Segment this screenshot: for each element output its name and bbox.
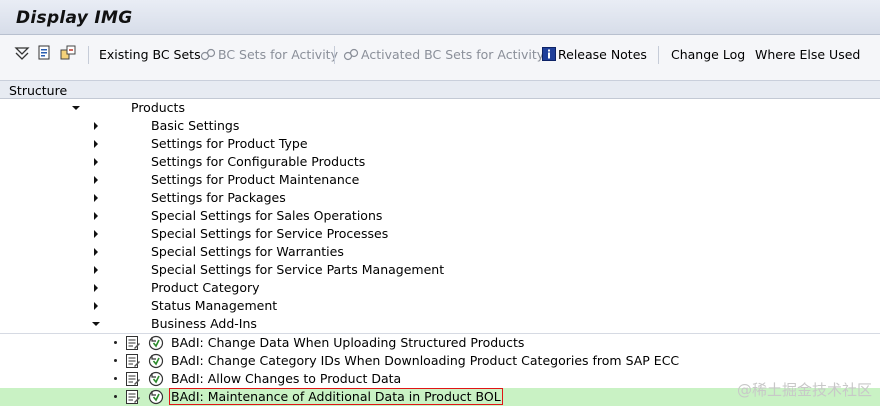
- expand-arrow-icon[interactable]: [94, 176, 98, 184]
- bc-set-icon: [200, 48, 216, 61]
- expand-all-icon[interactable]: [14, 45, 30, 61]
- leaf-bullet-icon: [114, 377, 117, 380]
- execute-activity-icon[interactable]: [148, 335, 164, 351]
- activated-bc-sets-button[interactable]: Activated BC Sets for Activity: [343, 47, 544, 62]
- where-used-icon[interactable]: [60, 45, 76, 61]
- toolbar-separator: [658, 46, 659, 64]
- leaf-bullet-icon: [114, 395, 117, 398]
- execute-activity-icon[interactable]: [148, 371, 164, 387]
- bc-set-icon: [343, 48, 359, 61]
- tree-node-label: Settings for Configurable Products: [151, 154, 366, 169]
- tree-node-label: Settings for Packages: [151, 190, 286, 205]
- release-notes-label: Release Notes: [558, 47, 647, 62]
- document-icon[interactable]: [37, 45, 53, 61]
- tree-leaf-badi[interactable]: BAdI: Change Data When Uploading Structu…: [0, 334, 880, 352]
- tree-leaf-label: BAdI: Change Category IDs When Downloadi…: [171, 353, 680, 368]
- toolbar-separator: [334, 46, 335, 64]
- watermark: @稀土掘金技术社区: [736, 381, 872, 399]
- leaf-bullet-icon: [114, 341, 117, 344]
- existing-bc-sets-button[interactable]: Existing BC Sets: [99, 47, 201, 62]
- tree-node-label: Special Settings for Warranties: [151, 244, 344, 259]
- activated-bc-sets-label: Activated BC Sets for Activity: [361, 47, 545, 62]
- tree-node-label: Special Settings for Service Processes: [151, 226, 389, 241]
- change-log-label: Change Log: [671, 47, 746, 62]
- structure-header-label: Structure: [9, 83, 68, 98]
- tree-node[interactable]: Status Management: [0, 297, 880, 315]
- expand-arrow-icon[interactable]: [94, 266, 98, 274]
- execute-activity-icon[interactable]: [148, 389, 164, 405]
- expand-arrow-icon[interactable]: [94, 284, 98, 292]
- window-title: Display IMG: [16, 8, 133, 28]
- documentation-icon[interactable]: [125, 353, 141, 369]
- tree-node[interactable]: Settings for Configurable Products: [0, 153, 880, 171]
- tree-node[interactable]: Settings for Product Type: [0, 135, 880, 153]
- collapse-arrow-icon[interactable]: [72, 106, 80, 110]
- tree-node-label: Product Category: [151, 280, 260, 295]
- documentation-icon[interactable]: [125, 371, 141, 387]
- where-else-used-label: Where Else Used: [755, 47, 861, 62]
- documentation-icon[interactable]: [125, 389, 141, 405]
- tree-node-label: Status Management: [151, 298, 278, 313]
- expand-arrow-icon[interactable]: [94, 230, 98, 238]
- leaf-bullet-icon: [114, 359, 117, 362]
- tree-node[interactable]: Settings for Packages: [0, 189, 880, 207]
- expand-arrow-icon[interactable]: [94, 212, 98, 220]
- collapse-arrow-icon[interactable]: [92, 322, 100, 326]
- application-toolbar: Existing BC Sets BC Sets for Activity Ac…: [0, 35, 880, 75]
- tree-node-label: Special Settings for Sales Operations: [151, 208, 383, 223]
- documentation-icon[interactable]: [125, 335, 141, 351]
- tree-node[interactable]: Product Category: [0, 279, 880, 297]
- execute-activity-icon[interactable]: [148, 353, 164, 369]
- tree-leaf-label: BAdI: Maintenance of Additional Data in …: [169, 388, 503, 405]
- structure-column-header: Structure: [0, 80, 880, 99]
- tree-node[interactable]: Special Settings for Warranties: [0, 243, 880, 261]
- tree-leaf-badi[interactable]: BAdI: Change Category IDs When Downloadi…: [0, 352, 880, 370]
- tree-node[interactable]: Special Settings for Service Processes: [0, 225, 880, 243]
- expand-arrow-icon[interactable]: [94, 194, 98, 202]
- tree-node-label: Special Settings for Service Parts Manag…: [151, 262, 445, 277]
- expand-arrow-icon[interactable]: [94, 158, 98, 166]
- tree-node-label: Products: [131, 100, 185, 115]
- bc-sets-for-activity-label: BC Sets for Activity: [218, 47, 338, 62]
- tree-leaf-label: BAdI: Allow Changes to Product Data: [171, 371, 402, 386]
- tree-node-label: Settings for Product Type: [151, 136, 308, 151]
- toolbar-separator: [88, 46, 89, 64]
- title-bar: Display IMG: [0, 0, 880, 35]
- existing-bc-sets-label: Existing BC Sets: [99, 47, 201, 62]
- tree-node-label: Business Add-Ins: [151, 316, 257, 331]
- change-log-button[interactable]: Change Log: [671, 47, 745, 62]
- expand-arrow-icon[interactable]: [94, 248, 98, 256]
- tree-node-label: Settings for Product Maintenance: [151, 172, 360, 187]
- tree-node[interactable]: Settings for Product Maintenance: [0, 171, 880, 189]
- tree-node[interactable]: Special Settings for Sales Operations: [0, 207, 880, 225]
- tree-leaf-label: BAdI: Change Data When Uploading Structu…: [171, 335, 525, 350]
- tree-node[interactable]: Basic Settings: [0, 117, 880, 135]
- tree-node-label: Basic Settings: [151, 118, 240, 133]
- tree-node[interactable]: Special Settings for Service Parts Manag…: [0, 261, 880, 279]
- where-else-used-button[interactable]: Where Else Used: [755, 47, 860, 62]
- tree-node-business-add-ins[interactable]: Business Add-Ins: [0, 315, 880, 333]
- info-icon: [542, 47, 556, 61]
- release-notes-button[interactable]: Release Notes: [542, 47, 647, 62]
- bc-sets-for-activity-button[interactable]: BC Sets for Activity: [200, 47, 338, 62]
- expand-arrow-icon[interactable]: [94, 140, 98, 148]
- expand-arrow-icon[interactable]: [94, 302, 98, 310]
- expand-arrow-icon[interactable]: [94, 122, 98, 130]
- img-structure-tree: Products Basic Settings Settings for Pro…: [0, 99, 880, 408]
- tree-node-products[interactable]: Products: [0, 99, 880, 117]
